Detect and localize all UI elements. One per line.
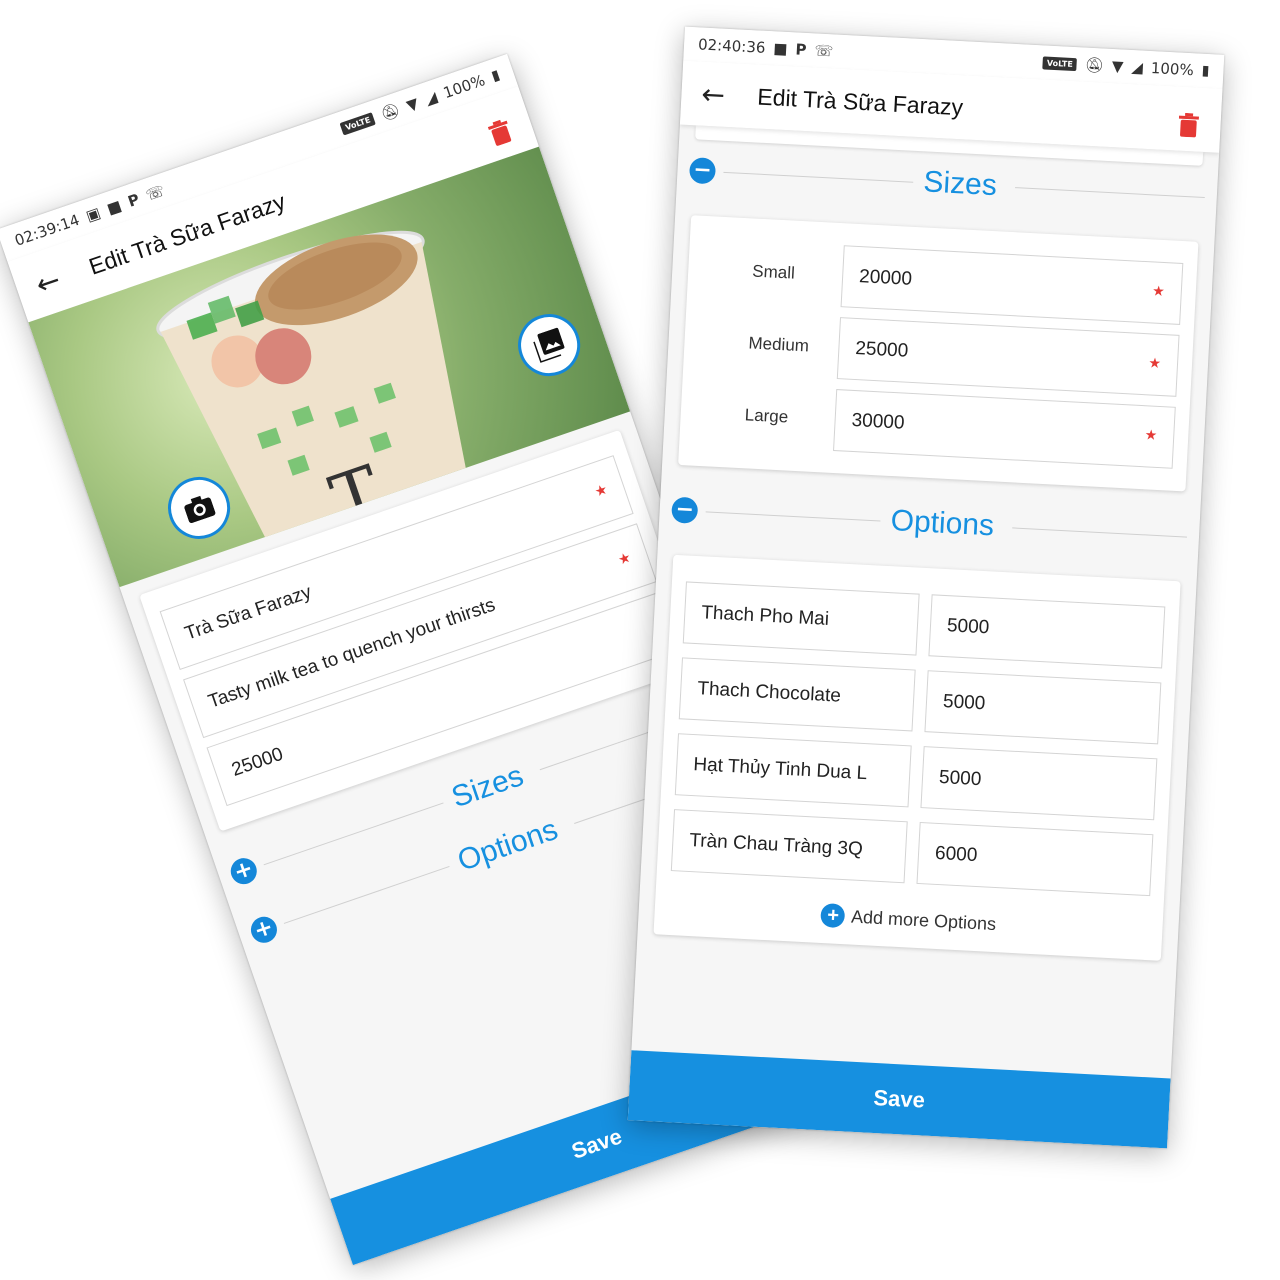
- option-price-value: 5000: [946, 615, 990, 639]
- option-price-field[interactable]: 5000: [920, 746, 1158, 821]
- options-section-header: − Options: [658, 478, 1201, 568]
- section-divider: [1011, 526, 1188, 538]
- signal-icon: ◢: [422, 87, 440, 109]
- size-row-small: Small 20000 ★: [701, 238, 1184, 325]
- add-more-options-button[interactable]: + Add more Options: [668, 885, 1149, 948]
- required-star-icon: ★: [1148, 354, 1162, 371]
- gallery-notification-icon: ▣: [83, 203, 103, 226]
- option-name-value: Thach Pho Mai: [700, 602, 830, 630]
- wifi-icon: ▼: [1111, 57, 1124, 76]
- option-row: Tràn Chau Tràng 3Q 6000: [670, 809, 1154, 897]
- expand-options-button[interactable]: +: [247, 913, 281, 947]
- option-price-field[interactable]: 5000: [928, 594, 1166, 669]
- minus-circle-icon: −: [692, 157, 713, 184]
- collapse-options-button[interactable]: −: [671, 496, 699, 524]
- option-name-value: Hạt Thủy Tinh Dua L: [692, 754, 868, 785]
- trash-icon[interactable]: [487, 118, 514, 147]
- battery-percentage: 100%: [440, 71, 488, 103]
- option-row: Thach Chocolate 5000: [678, 657, 1162, 745]
- video-notification-icon: ■: [104, 196, 124, 218]
- required-star-icon: ★: [615, 548, 633, 568]
- product-name-value: Trà Sữa Farazy: [182, 581, 315, 645]
- option-price-field[interactable]: 5000: [924, 670, 1162, 745]
- wifi-icon: ▼: [404, 94, 421, 115]
- size-price-value: 25000: [854, 337, 909, 362]
- option-row: Thach Pho Mai 5000: [682, 581, 1166, 669]
- sizes-card: Small 20000 ★ Medium 25000 ★ Large 30000…: [678, 215, 1199, 492]
- option-name-value: Thach Chocolate: [696, 678, 842, 707]
- size-price-value: 20000: [858, 266, 913, 290]
- option-name-field[interactable]: Hạt Thủy Tinh Dua L: [674, 733, 912, 808]
- option-row: Hạt Thủy Tinh Dua L 5000: [674, 733, 1158, 821]
- option-price-value: 6000: [934, 842, 978, 867]
- call-notification-icon: ☏: [814, 41, 834, 61]
- gallery-button[interactable]: [509, 305, 589, 385]
- collapse-sizes-button[interactable]: −: [688, 157, 717, 185]
- signal-icon: ◢: [1130, 58, 1144, 77]
- video-notification-icon: ■: [772, 39, 789, 59]
- mute-icon: 🔕︎: [378, 100, 403, 124]
- option-price-field[interactable]: 6000: [916, 821, 1154, 897]
- option-name-field[interactable]: Tràn Chau Tràng 3Q: [670, 809, 908, 884]
- required-star-icon: ★: [1144, 426, 1158, 443]
- required-star-icon: ★: [592, 480, 610, 500]
- parking-notification-icon: P: [125, 190, 142, 211]
- battery-icon: ▮: [1201, 62, 1210, 80]
- volte-badge: VoLTE: [339, 111, 376, 135]
- mute-icon: 🔕︎: [1084, 55, 1105, 75]
- back-arrow-icon[interactable]: ←: [701, 77, 759, 113]
- trash-icon[interactable]: [1178, 112, 1200, 138]
- option-price-value: 5000: [942, 691, 986, 715]
- plus-circle-icon: +: [820, 902, 846, 929]
- back-arrow-icon[interactable]: ←: [31, 252, 95, 301]
- section-divider: [705, 510, 881, 522]
- size-label: Large: [744, 405, 789, 427]
- plus-circle-icon: +: [251, 914, 277, 945]
- minus-circle-icon: −: [674, 496, 695, 523]
- gallery-icon: [531, 327, 565, 363]
- section-divider: [723, 171, 914, 183]
- battery-icon: ▮: [489, 66, 502, 85]
- expand-sizes-button[interactable]: +: [227, 854, 261, 888]
- status-time: 02:40:36: [697, 35, 766, 57]
- sizes-title: Sizes: [922, 165, 998, 203]
- product-price-value: 25000: [229, 743, 286, 781]
- options-card: Thach Pho Mai 5000 Thach Chocolate 5000 …: [653, 554, 1181, 961]
- size-label: Small: [751, 261, 796, 283]
- phone-screen-right: 02:40:36 ■ P ☏ VoLTE 🔕︎ ▼ ◢ 100% ▮ ← Edi…: [627, 26, 1225, 1149]
- battery-percentage: 100%: [1150, 59, 1195, 80]
- required-star-icon: ★: [1151, 282, 1166, 300]
- option-price-value: 5000: [938, 766, 982, 791]
- size-price-field[interactable]: 30000 ★: [833, 389, 1176, 469]
- size-row-large: Large 30000 ★: [693, 382, 1176, 469]
- option-name-field[interactable]: Thach Pho Mai: [682, 581, 920, 656]
- section-divider: [1014, 186, 1205, 198]
- volte-badge: VoLTE: [1042, 55, 1078, 71]
- parking-notification-icon: P: [795, 40, 807, 59]
- call-notification-icon: ☏: [143, 181, 168, 205]
- plus-circle-icon: +: [230, 855, 257, 886]
- size-label: Medium: [748, 333, 810, 356]
- add-more-options-label: Add more Options: [850, 906, 997, 934]
- size-price-field[interactable]: 20000 ★: [840, 245, 1184, 325]
- size-row-medium: Medium 25000 ★: [697, 310, 1180, 397]
- option-name-value: Tràn Chau Tràng 3Q: [688, 829, 864, 861]
- size-price-field[interactable]: 25000 ★: [836, 317, 1180, 397]
- option-name-field[interactable]: Thach Chocolate: [678, 657, 916, 732]
- camera-icon: [184, 495, 216, 524]
- page-title: Edit Trà Sữa Farazy: [756, 83, 964, 120]
- options-title: Options: [889, 504, 995, 543]
- size-price-value: 30000: [851, 409, 905, 434]
